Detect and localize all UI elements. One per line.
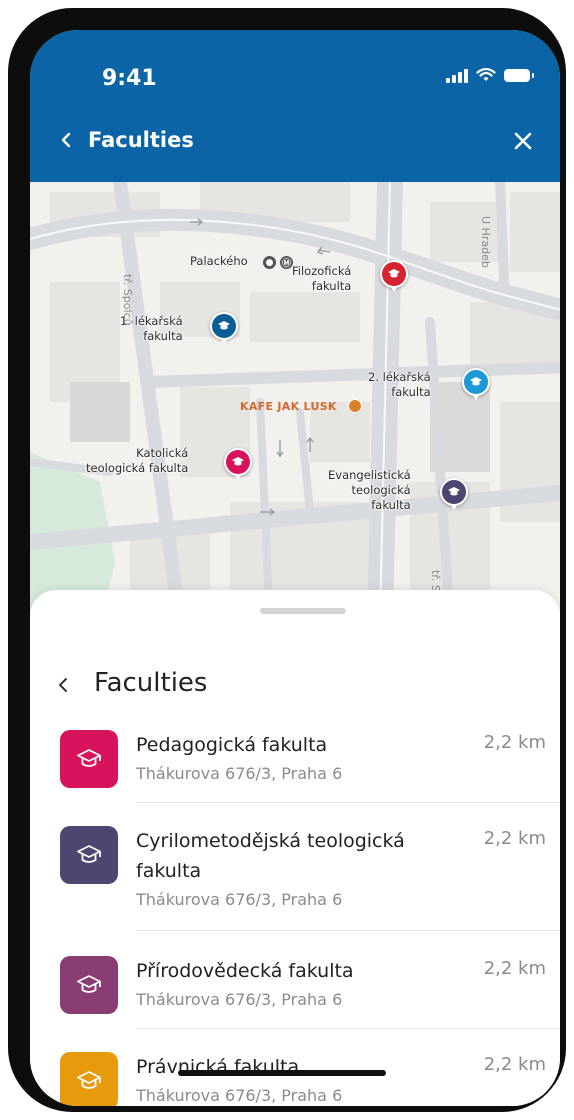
map-label-filozoficka: Filozofická fakulta	[292, 264, 352, 293]
item-address: Thákurova 676/3, Praha 6	[136, 990, 343, 1009]
bottom-sheet: Faculties Pedagogická fakulta Thákurova …	[30, 590, 560, 1106]
map-label-palackeho: Palackého	[190, 254, 248, 268]
home-indicator[interactable]	[178, 1070, 386, 1076]
sheet-title: Faculties	[94, 668, 208, 698]
pin-filozoficka[interactable]	[380, 260, 408, 292]
screen: Palackého ● Ⓜ Filozofická fakulta 1. lék…	[30, 30, 560, 1106]
close-icon	[514, 132, 532, 150]
pin-lekarska1[interactable]	[210, 312, 238, 344]
item-distance: 2,2 km	[483, 1054, 546, 1075]
graduation-cap-icon	[388, 269, 400, 278]
faculty-icon	[60, 730, 118, 788]
item-address: Thákurova 676/3, Praha 6	[136, 764, 343, 783]
chevron-left-icon	[61, 132, 71, 148]
item-name: Pedagogická fakulta	[136, 734, 328, 756]
faculty-icon	[60, 1052, 118, 1106]
app-header: 9:41 Faculties	[30, 30, 560, 182]
item-name: Cyrilometodějská teologická fakulta	[136, 830, 405, 882]
street-label-spolecnu: tř. Spolců	[121, 274, 134, 326]
list-item[interactable]: Pedagogická fakulta Thákurova 676/3, Pra…	[30, 730, 560, 802]
item-address: Thákurova 676/3, Praha 6	[136, 1086, 343, 1105]
wifi-icon	[476, 68, 496, 81]
close-button[interactable]	[508, 126, 538, 156]
divider	[136, 930, 560, 931]
divider	[136, 802, 560, 803]
header-back-button[interactable]	[54, 126, 78, 154]
graduation-cap-icon	[77, 845, 101, 863]
divider	[136, 1028, 560, 1029]
map-label-lekarska2: 2. lékařská fakulta	[368, 370, 431, 399]
graduation-cap-icon	[470, 377, 482, 386]
status-time: 9:41	[102, 66, 157, 91]
status-icons	[446, 68, 534, 83]
list-item[interactable]: Cyrilometodějská teologická fakulta Thák…	[30, 826, 560, 926]
pin-evangelicka[interactable]	[440, 478, 468, 510]
list-item[interactable]: Právnická fakulta Thákurova 676/3, Praha…	[30, 1052, 560, 1106]
item-name: Přírodovědecká fakulta	[136, 960, 354, 982]
chevron-left-icon	[59, 678, 67, 692]
sheet-drag-handle[interactable]	[260, 608, 346, 614]
map-label-cafe: KAFE JAK LUSK	[240, 400, 337, 413]
map-label-evangelicka: Evangelistická teologická fakulta	[328, 468, 411, 512]
faculty-icon	[60, 956, 118, 1014]
tram-icon: ●	[263, 256, 276, 269]
map-label-katolicka: Katolická teologická fakulta	[86, 446, 189, 475]
signal-icon	[446, 68, 468, 83]
pin-katolicka[interactable]	[224, 448, 252, 480]
item-distance: 2,2 km	[483, 828, 546, 849]
graduation-cap-icon	[77, 1071, 101, 1089]
graduation-cap-icon	[218, 321, 230, 330]
phone-frame: Palackého ● Ⓜ Filozofická fakulta 1. lék…	[8, 8, 566, 1112]
cafe-icon[interactable]	[348, 399, 362, 413]
graduation-cap-icon	[232, 457, 244, 466]
item-name: Právnická fakulta	[136, 1056, 300, 1078]
item-address: Thákurova 676/3, Praha 6	[136, 890, 343, 909]
item-distance: 2,2 km	[483, 732, 546, 753]
faculty-icon	[60, 826, 118, 884]
graduation-cap-icon	[448, 487, 460, 496]
map[interactable]: Palackého ● Ⓜ Filozofická fakulta 1. lék…	[30, 182, 560, 622]
list-item[interactable]: Přírodovědecká fakulta Thákurova 676/3, …	[30, 956, 560, 1028]
item-distance: 2,2 km	[483, 958, 546, 979]
graduation-cap-icon	[77, 975, 101, 993]
graduation-cap-icon	[77, 749, 101, 767]
sheet-back-button[interactable]	[58, 674, 74, 696]
header-title: Faculties	[88, 128, 194, 152]
pin-lekarska2[interactable]	[462, 368, 490, 400]
battery-icon	[504, 69, 534, 82]
street-label-uhradeb: U Hradeb	[479, 216, 492, 268]
